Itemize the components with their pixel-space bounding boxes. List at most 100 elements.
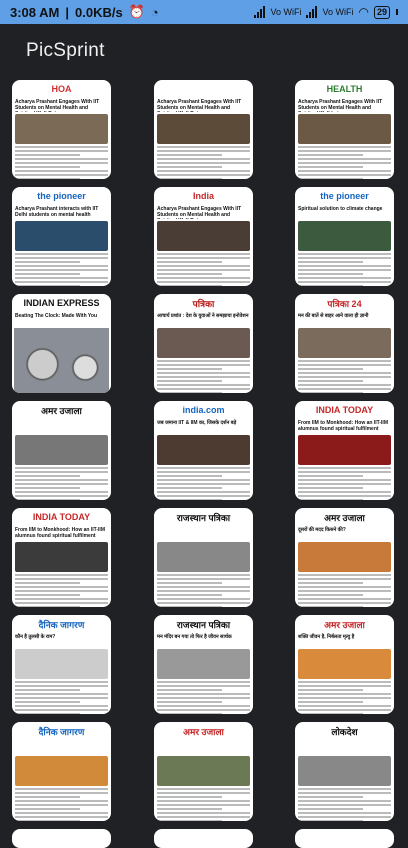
headline: आचार्य प्रशांत : देश के युवाओं ने समझाया…	[157, 313, 249, 319]
news-image-tile[interactable]: INDIA TODAY From IIM to Monkhood: How an …	[12, 508, 111, 607]
article-photo	[15, 435, 108, 465]
article-text-lines	[12, 681, 111, 714]
news-image-tile[interactable]: पत्रिका आचार्य प्रशांत : देश के युवाओं ने…	[154, 294, 253, 393]
grid-row: अमर उजाला india.com जब जमाना IIT & IIM का,…	[12, 401, 396, 501]
news-image-tile[interactable]: INDIAN EXPRESS Beating The Clock: Made Wi…	[12, 294, 111, 393]
signal-icon-2	[306, 6, 318, 18]
news-image-tile[interactable]: अमर उजाला	[154, 722, 253, 821]
volte-label-2: Vo WiFi	[322, 7, 354, 17]
masthead: लोकदेश	[331, 726, 358, 737]
article-photo	[157, 542, 250, 572]
news-image-tile[interactable]: the pioneer Spiritual solution to climate…	[295, 187, 394, 286]
headline: From IIM to Monkhood: How an IIT-IIM alu…	[15, 527, 105, 539]
article-photo	[157, 221, 250, 251]
article-text-lines	[295, 788, 394, 821]
article-text-lines	[295, 146, 394, 179]
news-image-tile[interactable]: india.com जब जमाना IIT & IIM का, जिसके दर…	[154, 401, 253, 500]
masthead: india.com	[182, 405, 225, 415]
article-text-lines	[12, 788, 111, 821]
article-text-lines	[295, 467, 394, 500]
article-photo	[15, 649, 108, 679]
status-speed: 0.0KB/s	[75, 4, 123, 20]
grid-row: INDIA TODAY From IIM to Monkhood: How an …	[12, 508, 396, 608]
news-image-tile[interactable]: HEALTH Acharya Prashant Engages With IIT …	[295, 80, 394, 179]
headline: दूसरों की मदद किसने की?	[298, 527, 346, 533]
masthead: दैनिक जागरण	[38, 619, 85, 630]
article-text-lines	[12, 146, 111, 179]
masthead: राजस्थान पत्रिका	[176, 512, 231, 523]
news-image-tile[interactable]: Acharya Prashant Engages With IIT Studen…	[154, 80, 253, 179]
news-image-tile[interactable]: HOA Acharya Prashant Engages With IIT Stu…	[12, 80, 111, 179]
article-photo	[298, 328, 391, 358]
article-photo	[298, 435, 391, 465]
volte-label-1: Vo WiFi	[270, 7, 302, 17]
news-image-tile[interactable]: अमर उजाला शक्ति जीवन है, निर्बलता मृत्यु …	[295, 615, 394, 714]
article-photo	[157, 435, 250, 465]
masthead: राजस्थान पत्रिका	[176, 619, 231, 630]
headline	[154, 526, 253, 540]
headline: शक्ति जीवन है, निर्बलता मृत्यु है	[298, 634, 355, 640]
headline	[295, 740, 394, 754]
headline: मन की बातें से बाहर आने वाला ही ज्ञानी	[298, 313, 369, 319]
grid-row: दैनिक जागरण अमर उजाला लोकदेश	[12, 722, 396, 822]
grid-row: INDIAN EXPRESS Beating The Clock: Made Wi…	[12, 294, 396, 394]
article-text-lines	[12, 253, 111, 286]
headline: Acharya Prashant interacts with IIT Delh…	[15, 206, 99, 218]
battery-icon: 29	[373, 5, 390, 19]
headline: Acharya Prashant Engages With IIT Studen…	[298, 99, 383, 112]
article-text-lines	[12, 574, 111, 607]
news-image-tile[interactable]: India Acharya Prashant Engages With IIT S…	[154, 187, 253, 286]
masthead: दैनिक जागरण	[38, 726, 85, 737]
masthead: INDIA TODAY	[32, 512, 91, 522]
app-title: PicSprint	[26, 40, 105, 61]
news-image-tile[interactable]	[154, 829, 253, 848]
news-image-tile[interactable]: the pioneer Acharya Prashant interacts wi…	[12, 187, 111, 286]
signal-icon	[254, 6, 266, 18]
article-text-lines	[154, 788, 253, 821]
grid-row: दैनिक जागरण कौन है तुलसी के राम? राजस्थान …	[12, 615, 396, 715]
masthead: पत्रिका 24	[327, 298, 362, 309]
news-image-tile[interactable]	[12, 829, 111, 848]
masthead: India	[192, 191, 214, 201]
article-photo	[157, 756, 250, 786]
article-photo	[298, 756, 391, 786]
headline: जब जमाना IIT & IIM का, जिसके दर्शन बड़े	[157, 420, 237, 426]
masthead: INDIA TODAY	[315, 405, 374, 415]
news-image-tile[interactable]: दैनिक जागरण	[12, 722, 111, 821]
news-image-tile[interactable]	[295, 829, 394, 848]
headline: Acharya Prashant Engages With IIT Studen…	[157, 206, 242, 219]
headline: From IIM to Monkhood: How an IIT-IIM alu…	[298, 420, 388, 432]
news-image-tile[interactable]: राजस्थान पत्रिका	[154, 508, 253, 607]
clock-photo	[14, 328, 109, 393]
article-photo	[15, 114, 108, 144]
article-photo	[157, 649, 250, 679]
news-image-tile[interactable]: INDIA TODAY From IIM to Monkhood: How an …	[295, 401, 394, 500]
headline	[154, 740, 253, 754]
news-image-tile[interactable]: राजस्थान पत्रिका मन मंदिर बन गया तो फिर ह…	[154, 615, 253, 714]
masthead: पत्रिका	[192, 298, 215, 309]
news-image-tile[interactable]: दैनिक जागरण कौन है तुलसी के राम?	[12, 615, 111, 714]
masthead: अमर उजाला	[41, 405, 82, 416]
news-image-tile[interactable]: लोकदेश	[295, 722, 394, 821]
article-photo	[298, 649, 391, 679]
headline	[12, 419, 111, 433]
headline: Acharya Prashant Engages With IIT Studen…	[15, 99, 100, 112]
headline	[12, 740, 111, 754]
headline: Acharya Prashant Engages With IIT Studen…	[157, 99, 242, 112]
masthead: the pioneer	[37, 191, 86, 201]
article-text-lines	[295, 681, 394, 714]
masthead: अमर उजाला	[324, 619, 365, 630]
masthead: the pioneer	[320, 191, 369, 201]
article-text-lines	[295, 574, 394, 607]
masthead: HOA	[51, 84, 72, 94]
news-image-tile[interactable]: अमर उजाला	[12, 401, 111, 500]
article-text-lines	[154, 681, 253, 714]
grid-row: HOA Acharya Prashant Engages With IIT Stu…	[12, 80, 396, 180]
news-image-tile[interactable]: अमर उजाला दूसरों की मदद किसने की?	[295, 508, 394, 607]
grid-row-partial	[12, 829, 396, 848]
article-photo	[298, 542, 391, 572]
article-text-lines	[154, 360, 253, 393]
status-time: 3:08 AM	[10, 4, 60, 20]
news-image-tile[interactable]: पत्रिका 24 मन की बातें से बाहर आने वाला ह…	[295, 294, 394, 393]
headline: कौन है तुलसी के राम?	[15, 634, 56, 640]
